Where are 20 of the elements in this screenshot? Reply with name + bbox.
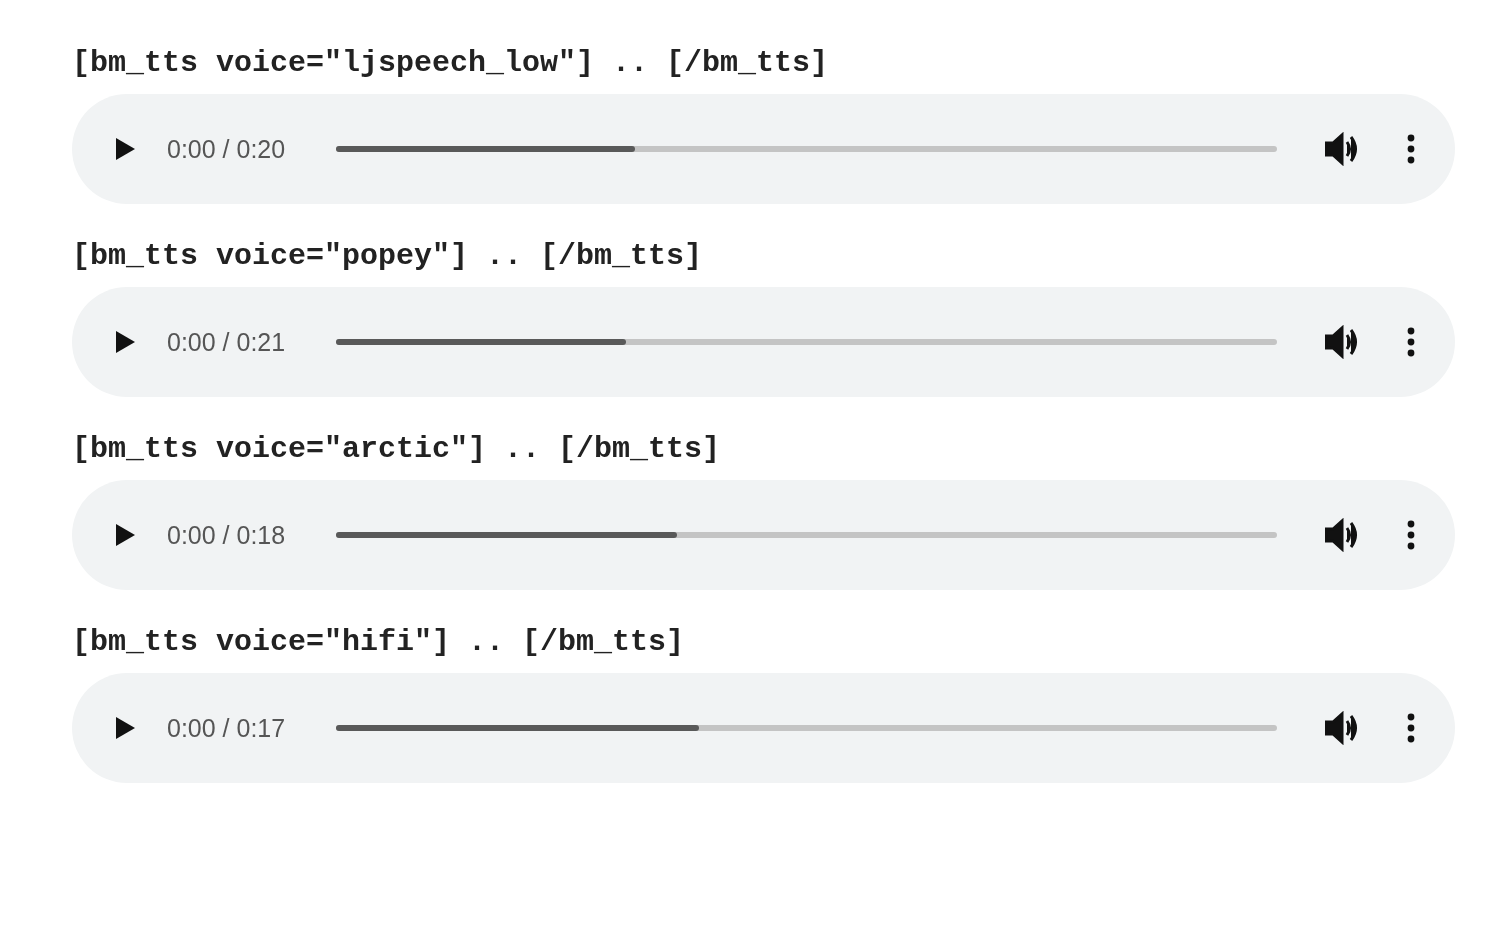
progress-track[interactable]: [336, 146, 1277, 152]
time-display: 0:00 / 0:20: [167, 134, 287, 164]
play-icon[interactable]: [114, 137, 136, 161]
more-options-icon[interactable]: [1407, 713, 1415, 743]
shortcode-label: [bm_tts voice="ljspeech_low"] .. [/bm_tts]: [72, 45, 830, 82]
more-options-icon[interactable]: [1407, 134, 1415, 164]
more-options-icon[interactable]: [1407, 520, 1415, 550]
time-display: 0:00 / 0:21: [167, 327, 287, 357]
shortcode-label: [bm_tts voice="hifi"] .. [/bm_tts]: [72, 624, 686, 661]
progress-track[interactable]: [336, 339, 1277, 345]
shortcode-label: [bm_tts voice="arctic"] .. [/bm_tts]: [72, 431, 722, 468]
shortcode-label: [bm_tts voice="popey"] .. [/bm_tts]: [72, 238, 704, 275]
play-icon[interactable]: [114, 330, 136, 354]
play-icon[interactable]: [114, 716, 136, 740]
time-display: 0:00 / 0:17: [167, 713, 287, 743]
more-options-icon[interactable]: [1407, 327, 1415, 357]
play-icon[interactable]: [114, 523, 136, 547]
time-display: 0:00 / 0:18: [167, 520, 287, 550]
progress-track[interactable]: [336, 532, 1277, 538]
progress-track[interactable]: [336, 725, 1277, 731]
